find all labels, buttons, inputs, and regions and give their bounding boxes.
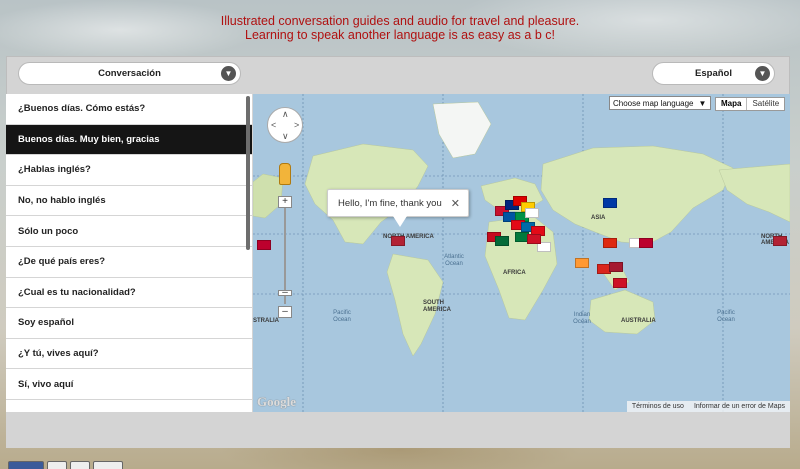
plus-one-button[interactable] (93, 461, 123, 469)
like-button[interactable] (47, 461, 67, 469)
phrase-item[interactable]: Buenos días. Muy bien, gracias (6, 124, 252, 156)
dropdown-arrow-icon: ▼ (698, 98, 707, 108)
tweet-button[interactable] (70, 461, 90, 469)
region-label: AUSTRALIA (621, 318, 656, 324)
pan-up-icon[interactable]: ∧ (282, 109, 289, 120)
flag-marker-icon[interactable] (495, 236, 509, 246)
zoom-slider-handle[interactable]: – (278, 288, 292, 298)
share-button[interactable] (8, 461, 44, 469)
zoom-in-button[interactable]: + (278, 196, 292, 208)
flag-marker-icon[interactable] (527, 234, 541, 244)
phrase-item[interactable]: Sí, vivo aquí (6, 369, 252, 400)
phrase-list-scrollbar[interactable] (246, 96, 250, 250)
flag-marker-icon[interactable] (525, 208, 539, 218)
map-type-toggle: Mapa Satélite (715, 97, 786, 111)
phrase-item[interactable]: No, no hablo inglés (6, 186, 252, 217)
region-label: AFRICA (503, 270, 526, 276)
pan-down-icon[interactable]: ∨ (282, 131, 289, 142)
region-label: STRALIA (253, 318, 279, 324)
terms-link[interactable]: Términos de uso (627, 403, 689, 410)
tagline-line-1: Illustrated conversation guides and audi… (220, 14, 580, 28)
phrase-item[interactable]: ¿Hablas inglés? (6, 155, 252, 186)
category-select[interactable]: Conversación ▼ (18, 62, 241, 85)
bottom-bar (6, 412, 790, 448)
street-view-pegman-icon[interactable] (279, 163, 291, 185)
flag-marker-icon[interactable] (257, 240, 271, 250)
site-tagline: Illustrated conversation guides and audi… (0, 14, 800, 42)
zoom-out-button[interactable]: – (278, 306, 292, 318)
region-label: SOUTH AMERICA (423, 300, 451, 313)
flag-marker-icon[interactable] (773, 236, 787, 246)
map-pan-control[interactable]: ∧ ∨ < > (267, 107, 303, 143)
tagline-line-2: Learning to speak another language is as… (245, 28, 555, 42)
category-select-label: Conversación (98, 68, 161, 79)
region-label: ASIA (591, 215, 606, 221)
pan-right-icon[interactable]: > (294, 120, 299, 130)
info-window-pointer (393, 216, 407, 227)
info-window-text: Hello, I'm fine, thank you (338, 197, 442, 209)
phrase-item[interactable]: Sólo un poco (6, 216, 252, 247)
report-error-link[interactable]: Informar de un error de Maps (689, 403, 790, 410)
map-info-window: Hello, I'm fine, thank you ✕ (327, 189, 469, 217)
phrase-item[interactable]: ¿Cual es tu nacionalidad? (6, 278, 252, 309)
flag-marker-icon[interactable] (391, 236, 405, 246)
flag-marker-icon[interactable] (609, 262, 623, 272)
ocean-label: Atlantic Ocean (444, 254, 464, 267)
map-landmasses (253, 101, 790, 357)
phrase-item[interactable]: ¿De qué país eres? (6, 247, 252, 278)
flag-marker-icon[interactable] (639, 238, 653, 248)
map-language-dropdown[interactable]: Choose map language ▼ (609, 96, 711, 110)
phrase-item[interactable]: Soy español (6, 308, 252, 339)
ocean-label: Pacific Ocean (717, 310, 735, 323)
world-map[interactable]: Choose map language ▼ Mapa Satélite ∧ ∨ … (253, 94, 790, 412)
pan-left-icon[interactable]: < (271, 120, 276, 130)
language-select[interactable]: Español ▼ (652, 62, 775, 85)
flag-marker-icon[interactable] (613, 278, 627, 288)
close-icon[interactable]: ✕ (451, 197, 460, 210)
flag-marker-icon[interactable] (575, 258, 589, 268)
flag-marker-icon[interactable] (603, 238, 617, 248)
phrase-list[interactable]: ¿Buenos días. Cómo estás? Buenos días. Mu… (6, 94, 252, 412)
map-footer: Términos de uso Informar de un error de … (626, 401, 790, 412)
flag-marker-icon[interactable] (603, 198, 617, 208)
google-logo: Google (257, 394, 296, 409)
ocean-label: Pacific Ocean (333, 310, 351, 323)
map-language-label: Choose map language (613, 98, 694, 108)
language-select-label: Español (695, 68, 732, 79)
map-type-map-button[interactable]: Mapa (716, 98, 748, 110)
map-type-satellite-button[interactable]: Satélite (747, 98, 784, 110)
chevron-down-icon: ▼ (755, 66, 770, 81)
phrase-item[interactable]: ¿Buenos días. Cómo estás? (6, 94, 252, 125)
chevron-down-icon: ▼ (221, 66, 236, 81)
bottom-controls (8, 461, 123, 469)
ocean-label: Indian Ocean (573, 312, 591, 325)
phrase-item[interactable]: ¿Y tú, vives aquí? (6, 339, 252, 370)
